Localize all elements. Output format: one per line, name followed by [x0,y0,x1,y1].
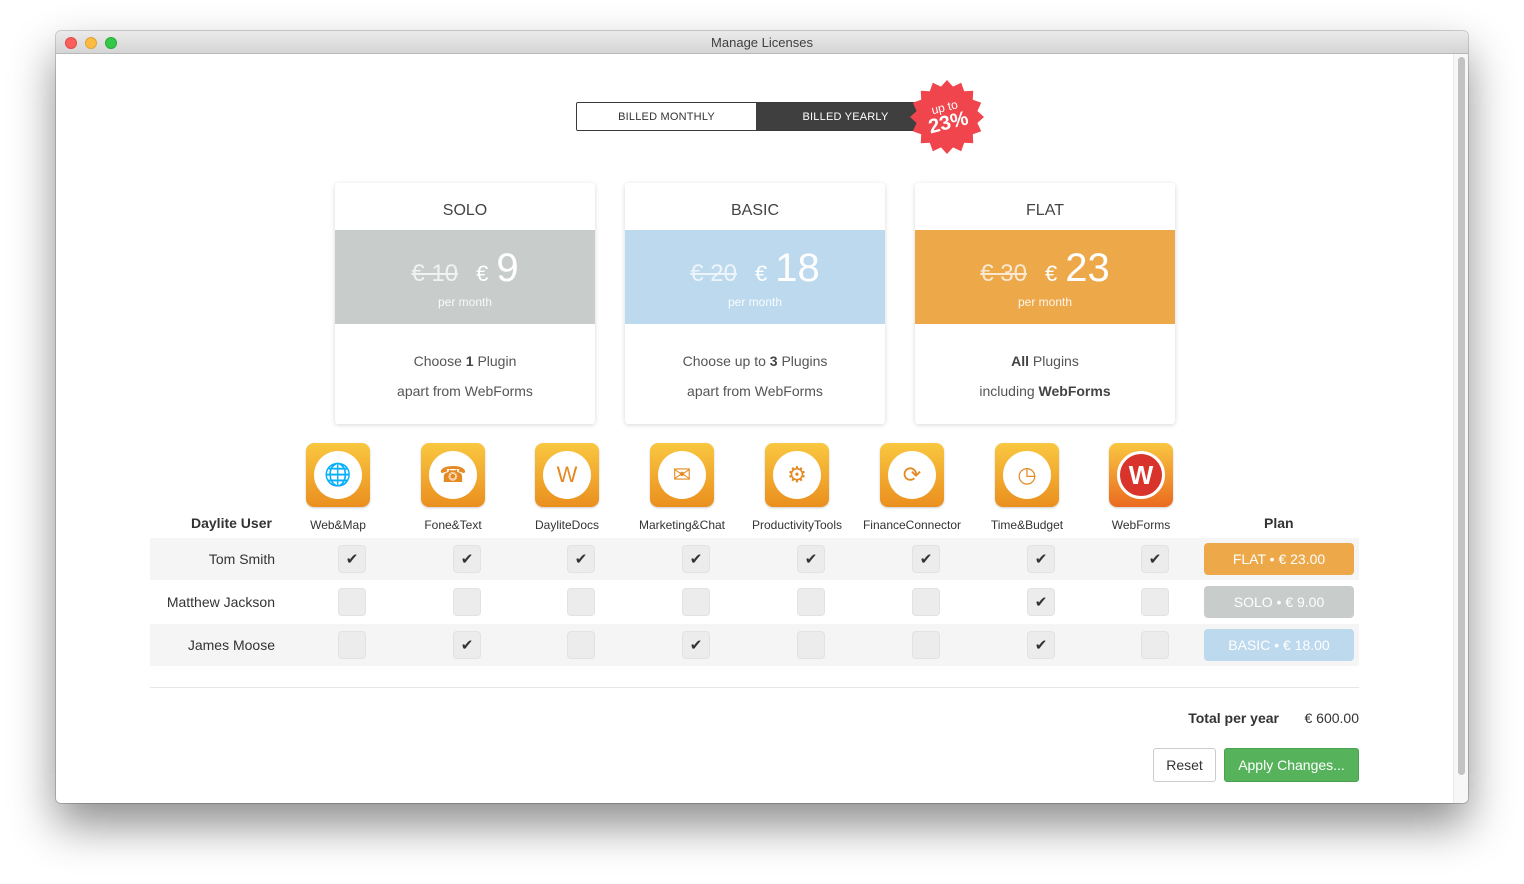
plan-column-header: Plan [1264,515,1294,531]
plan-card-solo[interactable]: SOLO € 10 € 9 per month Choose 1 Plugin … [335,183,595,424]
plan-description: Choose 1 Plugin apart from WebForms [397,353,533,399]
plugin-daylite-docs: W DayliteDocs [507,443,627,532]
phone-chat-icon: ☎ [421,443,485,507]
plugin-checkbox[interactable] [567,588,595,616]
plugin-label: WebForms [1111,518,1171,532]
plugin-web-map: 🌐 Web&Map [278,443,398,532]
apply-changes-button[interactable]: Apply Changes... [1224,748,1359,782]
plugin-checkbox[interactable] [682,588,710,616]
old-price: € 10 [411,259,459,287]
plugin-time-budget: ◷ Time&Budget [967,443,1087,532]
total-value: € 600.00 [1304,710,1360,726]
documents-icon: W [535,443,599,507]
user-column-header: Daylite User [191,515,272,531]
plugin-label: Fone&Text [424,518,482,532]
plan-price-band: € 20 € 18 per month [625,230,885,324]
scrollbar-thumb[interactable] [1458,57,1465,775]
plan-select-button[interactable]: BASIC • € 18.00 [1204,629,1354,661]
plan-card-flat[interactable]: FLAT € 30 € 23 per month All Plugins inc… [915,183,1175,424]
clock-money-icon: ◷ [995,443,1059,507]
plugin-checkbox[interactable]: ✔ [682,545,710,573]
plan-price-band: € 30 € 23 per month [915,230,1175,324]
calculator-sync-icon: ⟳ [880,443,944,507]
plugin-label: Marketing&Chat [638,518,726,532]
plugin-checkbox[interactable] [567,631,595,659]
plan-select-button[interactable]: FLAT • € 23.00 [1204,543,1354,575]
plugin-label: FinanceConnector [862,518,962,532]
content-area: BILLED MONTHLY BILLED YEARLY up to 23% S… [56,54,1453,803]
plan-description: All Plugins including WebForms [979,353,1111,399]
plan-select-button[interactable]: SOLO • € 9.00 [1204,586,1354,618]
user-name: Tom Smith [208,551,275,567]
plugin-label: ProductivityTools [751,518,843,532]
tools-gear-icon: ⚙ [765,443,829,507]
plugin-label: Web&Map [310,518,366,532]
plugin-checkbox[interactable] [797,588,825,616]
plugin-checkbox[interactable]: ✔ [1027,588,1055,616]
currency-symbol: € [476,260,489,286]
plugin-label: Time&Budget [990,518,1064,532]
table-row: Matthew Jackson ✔ SOLO • € 9.00 [150,581,1359,623]
discount-badge: up to 23% [909,79,985,155]
total-label: Total per year [1188,710,1279,726]
billed-monthly-option[interactable]: BILLED MONTHLY [577,103,756,130]
webforms-logo-icon: W [1109,443,1173,507]
plugin-checkbox[interactable] [453,588,481,616]
plan-card-basic[interactable]: BASIC € 20 € 18 per month Choose up to 3… [625,183,885,424]
reset-button[interactable]: Reset [1153,748,1216,782]
vertical-scrollbar[interactable] [1453,54,1468,803]
plugin-checkbox[interactable] [338,631,366,659]
price-period: per month [1017,294,1073,309]
plugin-productivity-tools: ⚙ ProductivityTools [737,443,857,532]
user-name: Matthew Jackson [166,594,275,610]
plugin-marketing-chat: ✉ Marketing&Chat [622,443,742,532]
plan-description: Choose up to 3 Plugins apart from WebFor… [682,353,828,399]
window-title: Manage Licenses [711,35,813,50]
plan-price-band: € 10 € 9 per month [335,230,595,324]
plugin-checkbox[interactable]: ✔ [1027,545,1055,573]
manage-licenses-window: Manage Licenses BILLED MONTHLY BILLED YE… [56,31,1468,803]
new-price: 18 [775,245,820,290]
new-price: 23 [1065,245,1110,290]
plugin-finance-connector: ⟳ FinanceConnector [852,443,972,532]
old-price: € 20 [690,259,737,287]
currency-symbol: € [1044,260,1058,286]
new-price: 9 [496,245,519,290]
table-row: Tom Smith ✔ ✔ ✔ ✔ ✔ ✔ ✔ ✔ FLAT • € 23.00 [150,538,1359,580]
title-bar: Manage Licenses [56,31,1468,54]
plan-name: BASIC [730,201,779,219]
plugin-checkbox[interactable] [797,631,825,659]
user-name: James Moose [187,637,275,653]
table-row: James Moose ✔ ✔ ✔ BASIC • € 18.00 [150,624,1359,666]
billing-toggle: BILLED MONTHLY BILLED YEARLY [576,102,936,131]
old-price: € 30 [980,259,1027,287]
plugin-webforms: W WebForms [1081,443,1201,532]
price-period: per month [727,294,783,309]
plugin-checkbox[interactable]: ✔ [1027,631,1055,659]
currency-symbol: € [754,260,768,286]
globe-map-icon: 🌐 [306,443,370,507]
plugin-checkbox[interactable] [912,588,940,616]
plugin-checkbox[interactable]: ✔ [912,545,940,573]
plugin-checkbox[interactable]: ✔ [682,631,710,659]
plugin-label: DayliteDocs [534,518,600,532]
plugin-checkbox[interactable]: ✔ [453,545,481,573]
plugin-checkbox[interactable]: ✔ [797,545,825,573]
price-period: per month [437,294,493,309]
plugin-checkbox[interactable]: ✔ [453,631,481,659]
plugin-checkbox[interactable] [338,588,366,616]
plugin-fone-text: ☎ Fone&Text [393,443,513,532]
mail-chat-icon: ✉ [650,443,714,507]
plugin-checkbox[interactable]: ✔ [338,545,366,573]
plan-name: FLAT [1026,201,1064,219]
plugin-checkbox[interactable] [1141,631,1169,659]
plugin-checkbox[interactable] [1141,588,1169,616]
divider [150,687,1359,688]
plugin-checkbox[interactable]: ✔ [567,545,595,573]
plan-name: SOLO [442,201,488,219]
plugin-checkbox[interactable]: ✔ [1141,545,1169,573]
plugin-checkbox[interactable] [912,631,940,659]
